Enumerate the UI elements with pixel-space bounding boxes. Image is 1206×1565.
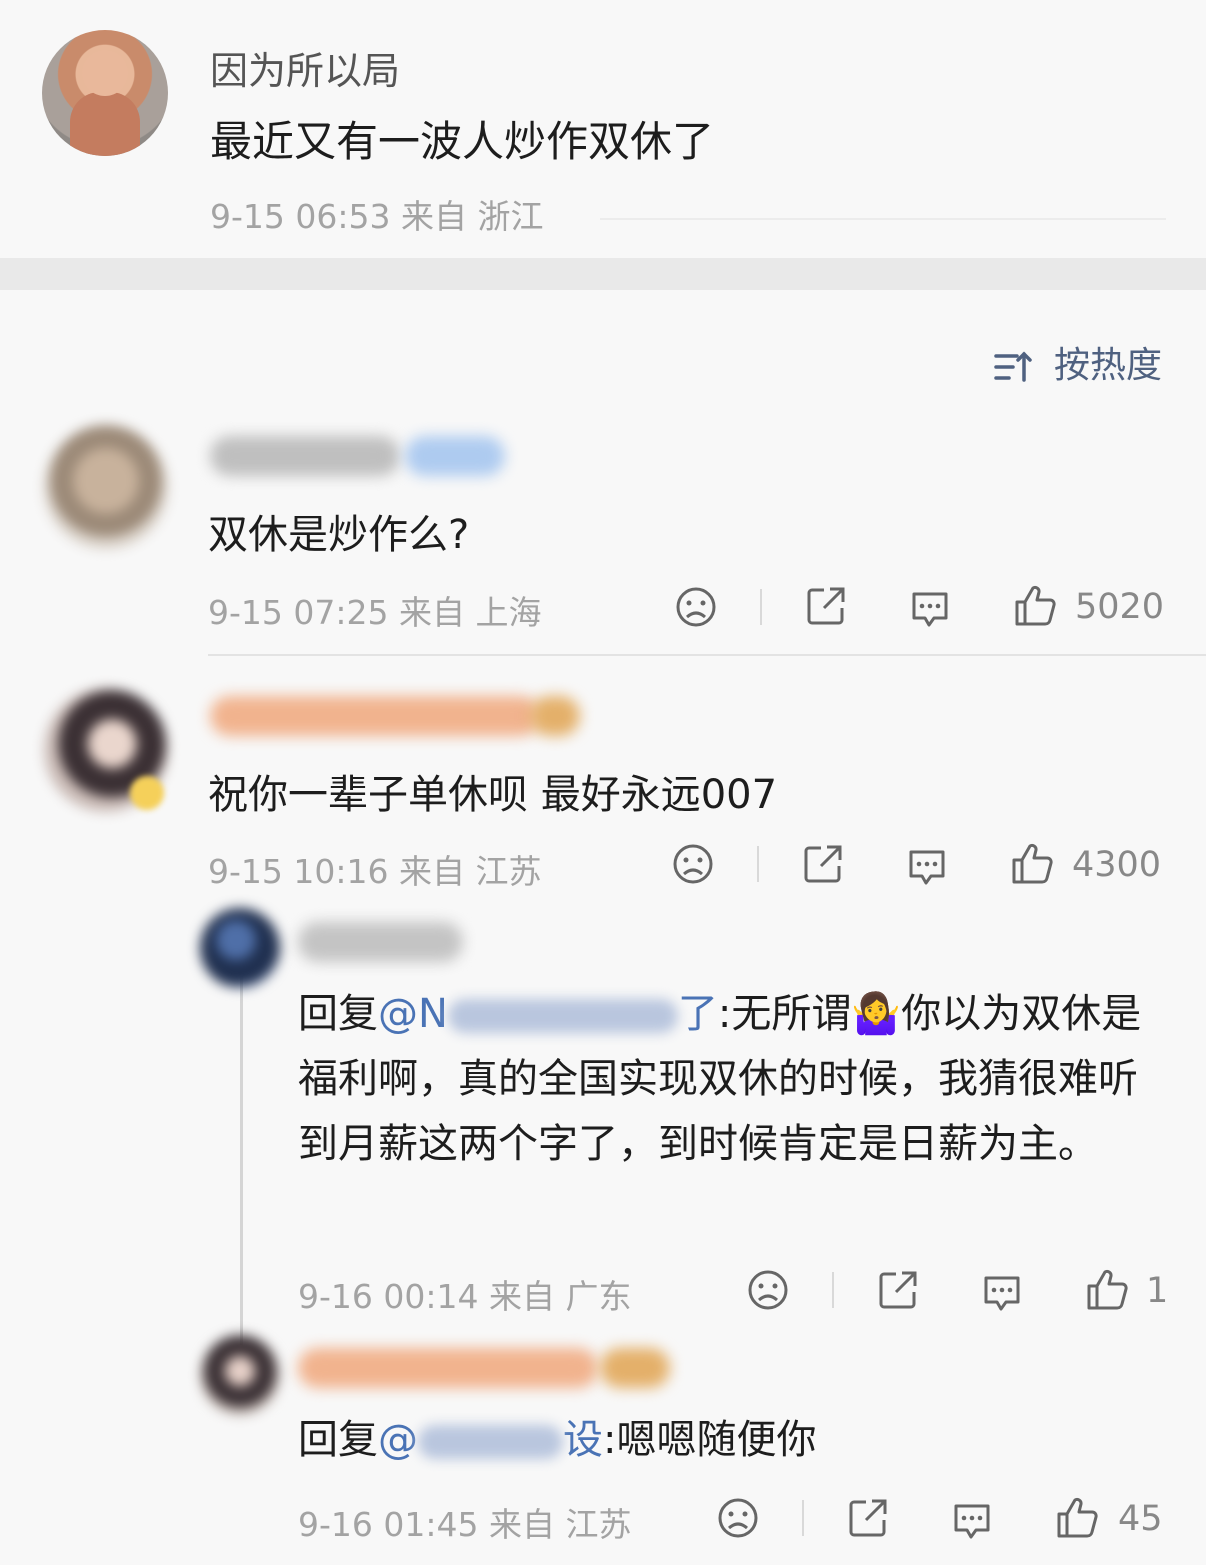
post-card: 因为所以局 最近又有一波人炒作双休了 9-15 06:53 来自 浙江: [0, 0, 1206, 258]
comment-icon[interactable]: [908, 586, 952, 630]
replier-avatar[interactable]: [200, 908, 280, 988]
reply-text: 回复@N 了:无所谓🤷‍♀️你以为双休是福利啊，真的全国实现双休的时候，我猜很难听…: [298, 982, 1158, 1177]
comment-text: 双休是炒作么?: [208, 512, 470, 558]
reply-text: 回复@ 设:嗯嗯随便你: [298, 1408, 1158, 1473]
reply-prefix: 回复: [298, 1417, 378, 1463]
replier-badge: [600, 1348, 670, 1388]
mention-link[interactable]: @N 了: [378, 991, 718, 1037]
like-count: 45: [1118, 1499, 1163, 1539]
reply-meta: 9-16 00:14 来自 广东: [298, 1277, 632, 1316]
commenter-avatar[interactable]: [44, 425, 168, 549]
share-icon[interactable]: [876, 1268, 920, 1312]
reply-prefix: 回复: [298, 991, 378, 1037]
thumbs-up-icon[interactable]: [1010, 842, 1054, 886]
post-meta: 9-15 06:53 来自 浙江: [210, 197, 544, 236]
comment-icon[interactable]: [905, 844, 949, 888]
comment-meta: 9-15 07:25 来自 上海: [208, 593, 542, 632]
comment-text: 祝你一辈子单休呗 最好永远007: [208, 772, 778, 818]
sad-face-icon[interactable]: [716, 1496, 760, 1540]
sort-button[interactable]: 按热度: [993, 336, 1162, 388]
vip-badge-icon: [130, 776, 164, 810]
like-count: 1: [1146, 1271, 1169, 1311]
divider: [802, 1500, 804, 1536]
author-avatar[interactable]: [42, 30, 168, 156]
divider: [757, 846, 759, 882]
comment-meta: 9-15 10:16 来自 江苏: [208, 852, 542, 891]
comment-icon[interactable]: [950, 1498, 994, 1542]
thumbs-up-icon[interactable]: [1013, 584, 1057, 628]
comment-icon[interactable]: [980, 1270, 1024, 1314]
post-author-name[interactable]: 因为所以局: [210, 40, 400, 95]
section-separator: [0, 258, 1206, 290]
reply-meta: 9-16 01:45 来自 江苏: [298, 1505, 632, 1544]
divider: [760, 589, 762, 625]
sad-face-icon[interactable]: [746, 1268, 790, 1312]
commenter-badge: [530, 696, 580, 736]
thumbs-up-icon[interactable]: [1055, 1496, 1099, 1540]
share-icon[interactable]: [846, 1496, 890, 1540]
divider: [832, 1272, 834, 1308]
like-count: 4300: [1072, 845, 1162, 885]
divider: [600, 218, 1166, 220]
like-count: 5020: [1075, 587, 1165, 627]
sad-face-icon[interactable]: [674, 585, 718, 629]
sort-label: 按热度: [1053, 345, 1162, 386]
replier-name[interactable]: [298, 1348, 598, 1388]
reply-body: :嗯嗯随便你: [603, 1417, 817, 1463]
commenter-name[interactable]: [210, 696, 540, 736]
commenter-badge: [405, 436, 505, 476]
replier-avatar[interactable]: [200, 1335, 280, 1415]
share-icon[interactable]: [804, 584, 848, 628]
share-icon[interactable]: [801, 842, 845, 886]
post-text: 最近又有一波人炒作双休了: [210, 117, 715, 166]
thread-line: [240, 970, 243, 1345]
thumbs-up-icon[interactable]: [1085, 1268, 1129, 1312]
sad-face-icon[interactable]: [671, 842, 715, 886]
sort-icon: [993, 345, 1054, 386]
mention-link[interactable]: @ 设: [378, 1417, 603, 1463]
replier-name[interactable]: [298, 922, 463, 962]
divider: [208, 654, 1206, 656]
commenter-name[interactable]: [210, 436, 400, 476]
